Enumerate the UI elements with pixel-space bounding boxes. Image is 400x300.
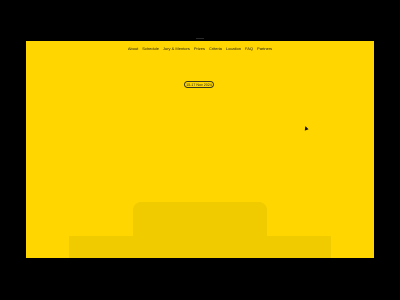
nav-link-faq[interactable]: FAQ [245, 46, 253, 52]
nav-link-schedule[interactable]: Schedule [142, 46, 159, 52]
nav-link-partners[interactable]: Partners [257, 46, 272, 52]
window-top-indicator [196, 38, 204, 39]
nav-link-criteria[interactable]: Criteria [209, 46, 222, 52]
nav-link-prizes[interactable]: Prizes [194, 46, 205, 52]
page-viewport: About Schedule Jury & Mentors Prizes Cri… [26, 41, 374, 258]
nav-link-location[interactable]: Location [226, 46, 241, 52]
main-navigation: About Schedule Jury & Mentors Prizes Cri… [26, 46, 374, 52]
event-date-badge: 15-17 Nov 2024 [184, 81, 214, 88]
nav-link-about[interactable]: About [128, 46, 138, 52]
decorative-top-block [133, 202, 267, 258]
nav-link-jury-mentors[interactable]: Jury & Mentors [163, 46, 190, 52]
mouse-cursor-icon [303, 125, 309, 131]
